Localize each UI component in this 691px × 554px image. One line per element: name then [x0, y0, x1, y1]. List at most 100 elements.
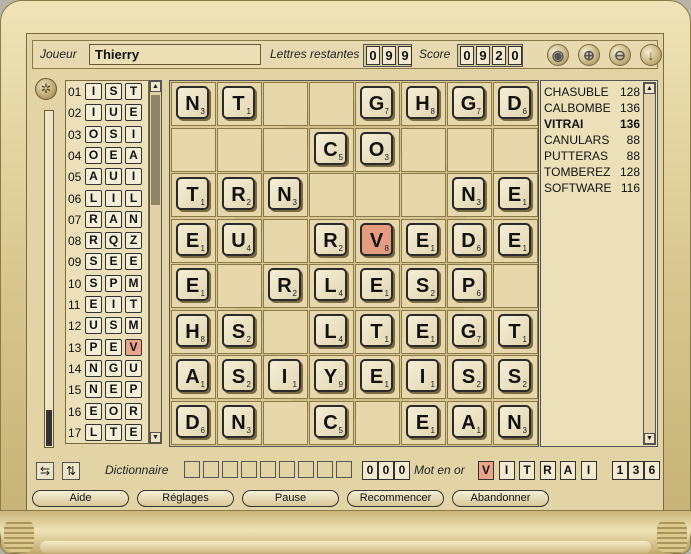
found-word-row[interactable]: CHASUBLE 128: [544, 85, 640, 101]
board-cell[interactable]: [263, 309, 308, 354]
board-cell[interactable]: H8: [171, 309, 216, 354]
letter-tile[interactable]: N3: [222, 404, 255, 438]
letter-set-letter[interactable]: I: [85, 83, 102, 100]
letter-set-letter[interactable]: Z: [125, 232, 142, 250]
board-cell[interactable]: E1: [493, 173, 538, 217]
letter-set-row[interactable]: 17 L T E: [66, 422, 148, 443]
found-word-row[interactable]: SOFTWARE 116: [544, 181, 640, 197]
letter-set-letter[interactable]: E: [125, 423, 142, 441]
letter-tile[interactable]: E1: [360, 268, 393, 301]
letter-set-letter[interactable]: I: [105, 296, 122, 313]
letter-sets-scrollbar[interactable]: ▲ ▼: [149, 80, 162, 444]
letter-tile[interactable]: H8: [406, 86, 439, 119]
board-cell[interactable]: D6: [171, 400, 216, 445]
board-cell[interactable]: [355, 400, 400, 445]
board-cell[interactable]: [401, 173, 446, 217]
letter-set-letter[interactable]: A: [125, 146, 142, 164]
letter-set-letter[interactable]: L: [85, 189, 102, 207]
letter-set-letter[interactable]: R: [125, 402, 142, 420]
letter-tile[interactable]: E1: [498, 222, 531, 256]
letter-set-letter[interactable]: T: [125, 296, 142, 313]
scroll-down-icon[interactable]: ▼: [644, 433, 655, 444]
board-cell[interactable]: I1: [263, 355, 308, 399]
board-cell[interactable]: N3: [447, 173, 492, 217]
letter-set-letter[interactable]: T: [105, 423, 122, 441]
abandon-button[interactable]: Abandonner: [452, 490, 549, 507]
letter-set-letter[interactable]: L: [125, 189, 142, 207]
letter-set-letter[interactable]: P: [125, 381, 142, 399]
zoom-in-icon[interactable]: ⊕: [578, 44, 600, 66]
letter-tile[interactable]: R2: [314, 222, 347, 256]
board-cell[interactable]: [447, 127, 492, 172]
board-cell[interactable]: [401, 127, 446, 172]
letter-set-row[interactable]: 03 O S I: [66, 124, 148, 145]
letter-tile[interactable]: I1: [406, 359, 439, 392]
letter-set-row[interactable]: 10 S P M: [66, 273, 148, 294]
letter-tile[interactable]: T1: [222, 86, 255, 119]
board-cell[interactable]: C5: [309, 127, 354, 172]
letter-set-letter[interactable]: P: [85, 338, 102, 356]
letter-set-row[interactable]: 07 R A N: [66, 209, 148, 230]
letter-set-letter[interactable]: E: [105, 338, 122, 356]
sort-icon[interactable]: ⇅: [62, 462, 80, 480]
letter-tile[interactable]: V8: [360, 222, 393, 256]
restart-button[interactable]: Recommencer: [347, 490, 444, 507]
pause-button[interactable]: Pause: [242, 490, 339, 507]
board-cell[interactable]: E1: [171, 218, 216, 263]
letter-set-letter[interactable]: N: [125, 210, 142, 228]
letter-set-letter[interactable]: I: [125, 125, 142, 143]
letter-set-letter[interactable]: U: [85, 317, 102, 335]
board-cell[interactable]: N3: [263, 173, 308, 217]
letter-set-letter[interactable]: U: [105, 104, 122, 122]
letter-set-letter[interactable]: O: [105, 402, 122, 420]
board-cell[interactable]: S2: [401, 264, 446, 308]
board-cell[interactable]: [263, 82, 308, 126]
letter-tile[interactable]: E1: [498, 177, 531, 210]
board-cell[interactable]: T1: [217, 82, 262, 126]
letter-tile[interactable]: U4: [222, 222, 255, 256]
letter-set-letter[interactable]: T: [125, 83, 142, 100]
letter-tile[interactable]: E1: [406, 313, 439, 347]
letter-tile[interactable]: H8: [176, 313, 209, 347]
letter-set-letter[interactable]: Q: [105, 232, 122, 250]
letter-set-row[interactable]: 13 P E V: [66, 337, 148, 358]
board-cell[interactable]: [263, 218, 308, 263]
letter-set-row[interactable]: 06 L I L: [66, 188, 148, 209]
letter-set-letter[interactable]: A: [85, 168, 102, 186]
settings-button[interactable]: Réglages: [137, 490, 234, 507]
board-cell[interactable]: E1: [401, 309, 446, 354]
board-cell[interactable]: T1: [355, 309, 400, 354]
letter-tile[interactable]: N3: [452, 177, 485, 210]
letter-set-row[interactable]: 04 O E A: [66, 145, 148, 166]
letter-tile[interactable]: G7: [452, 313, 485, 347]
letter-set-row[interactable]: 05 A U I: [66, 166, 148, 187]
letter-tile[interactable]: P6: [452, 268, 485, 301]
board-cell[interactable]: G7: [355, 82, 400, 126]
board-cell[interactable]: S2: [493, 355, 538, 399]
letter-tile[interactable]: N3: [268, 177, 301, 210]
letter-tile[interactable]: S2: [498, 359, 531, 392]
letter-tile[interactable]: N3: [176, 86, 209, 119]
letter-set-letter[interactable]: R: [85, 210, 102, 228]
letter-set-letter[interactable]: E: [105, 146, 122, 164]
vertical-slider[interactable]: [44, 110, 54, 448]
letter-tile[interactable]: G7: [360, 86, 393, 119]
letter-set-row[interactable]: 11 E I T: [66, 294, 148, 315]
speaker-icon[interactable]: ◉: [547, 44, 569, 66]
board-cell[interactable]: E1: [401, 218, 446, 263]
found-words-scrollbar[interactable]: ▲ ▼: [643, 82, 656, 445]
board-cell[interactable]: [493, 264, 538, 308]
letter-set-letter[interactable]: N: [85, 359, 102, 377]
board-cell[interactable]: [263, 127, 308, 172]
board-cell[interactable]: N3: [171, 82, 216, 126]
scroll-up-icon[interactable]: ▲: [644, 83, 655, 94]
board-cell[interactable]: [263, 400, 308, 445]
board-cell[interactable]: T1: [171, 173, 216, 217]
letter-set-letter[interactable]: V: [125, 338, 142, 356]
board-cell[interactable]: E1: [171, 264, 216, 308]
letter-set-letter[interactable]: E: [85, 402, 102, 420]
board-cell[interactable]: N3: [493, 400, 538, 445]
board-cell[interactable]: [309, 173, 354, 217]
letter-set-letter[interactable]: S: [85, 253, 102, 271]
letter-set-row[interactable]: 12 U S M: [66, 315, 148, 336]
